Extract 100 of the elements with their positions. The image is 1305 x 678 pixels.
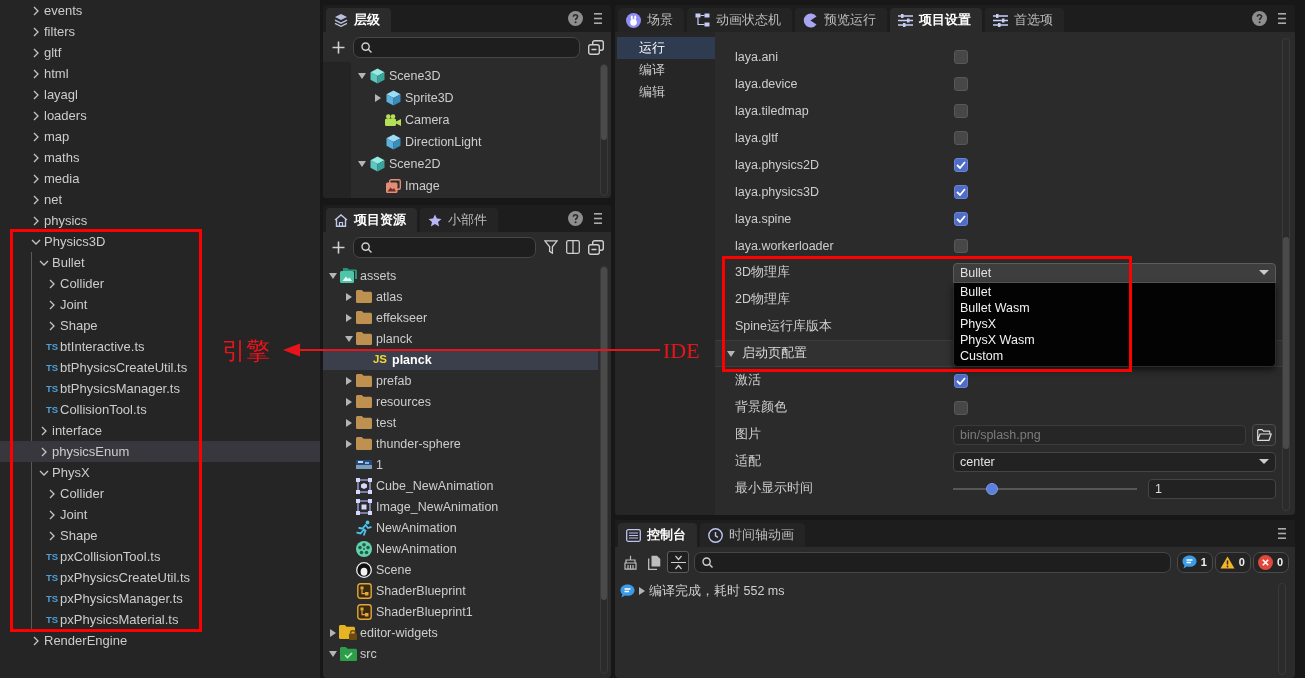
chevron-right-icon[interactable]: [41, 425, 47, 436]
tab[interactable]: 层级: [326, 8, 391, 32]
scrollbar-thumb[interactable]: [601, 267, 607, 600]
tree-item[interactable]: NewAnimation: [323, 517, 598, 538]
chevron-down-icon[interactable]: [39, 259, 49, 266]
menu-icon[interactable]: [1278, 528, 1286, 539]
tree-item[interactable]: Camera: [351, 109, 598, 131]
chevron-right-icon[interactable]: [33, 26, 39, 37]
tree-item[interactable]: 1: [323, 454, 598, 475]
tree-item[interactable]: TS pxPhysicsCreateUtil.ts: [0, 567, 197, 588]
scrollbar-thumb[interactable]: [1283, 236, 1289, 449]
tree-item[interactable]: loaders: [0, 105, 93, 126]
sidebar-item[interactable]: 编译: [617, 59, 715, 81]
tree-item[interactable]: filters: [0, 21, 82, 42]
caret-right-icon[interactable]: [346, 376, 352, 385]
tree-item[interactable]: Image: [351, 175, 598, 197]
chevron-right-icon[interactable]: [33, 194, 39, 205]
dropdown[interactable]: Bullet: [953, 262, 1276, 283]
tree-item[interactable]: TS pxCollisionTool.ts: [0, 546, 167, 567]
tree-item[interactable]: Shape: [0, 525, 104, 546]
dropdown-option[interactable]: PhysX Wasm: [954, 331, 1041, 348]
help-icon[interactable]: [568, 211, 583, 226]
caret-down-icon[interactable]: [727, 350, 735, 357]
tree-item[interactable]: NewAnimation: [323, 538, 598, 559]
checkbox[interactable]: [954, 400, 968, 415]
caret-right-icon[interactable]: [346, 292, 352, 301]
tab[interactable]: 小部件: [420, 208, 498, 232]
caret-down-icon[interactable]: [358, 161, 366, 167]
slider-thumb[interactable]: [985, 482, 998, 495]
tree-item[interactable]: Physics3D: [0, 231, 112, 252]
tree-item[interactable]: Collider: [0, 273, 111, 294]
dropdown-option[interactable]: Bullet: [954, 283, 998, 300]
tab[interactable]: 预览运行: [795, 8, 887, 32]
path-field[interactable]: bin/splash.png: [953, 424, 1246, 445]
chevron-right-icon[interactable]: [33, 110, 39, 121]
collapse-button[interactable]: [667, 551, 689, 573]
dropdown[interactable]: center: [953, 451, 1276, 472]
caret-right-icon[interactable]: [346, 439, 352, 448]
tree-item[interactable]: maths: [0, 147, 86, 168]
dropdown-option[interactable]: PhysX: [954, 315, 1003, 332]
caret-down-icon[interactable]: [345, 335, 353, 342]
chevron-right-icon[interactable]: [33, 47, 39, 58]
checkbox[interactable]: [954, 49, 968, 64]
warning-filter[interactable]: 0: [1214, 551, 1251, 573]
menu-icon[interactable]: [594, 13, 602, 24]
dropdown-option[interactable]: Bullet Wasm: [954, 299, 1036, 316]
help-icon[interactable]: [568, 11, 583, 26]
chevron-right-icon[interactable]: [33, 89, 39, 100]
tree-item[interactable]: map: [0, 126, 76, 147]
chevron-right-icon[interactable]: [33, 152, 39, 163]
chevron-right-icon[interactable]: [49, 320, 55, 331]
error-filter[interactable]: 0: [1252, 551, 1289, 573]
tree-item[interactable]: test: [323, 412, 598, 433]
tree-item[interactable]: Bullet: [0, 252, 91, 273]
tree-item[interactable]: Scene3D: [351, 65, 598, 87]
number-field[interactable]: 1: [1148, 478, 1276, 499]
tree-item[interactable]: physicsEnum: [0, 441, 320, 462]
caret-down-icon[interactable]: [358, 73, 366, 79]
tree-item[interactable]: planck: [323, 328, 598, 349]
collapse-all-icon[interactable]: [588, 39, 604, 55]
search-field[interactable]: [353, 236, 536, 258]
tree-item[interactable]: Sprite3D: [351, 87, 598, 109]
sidebar-item[interactable]: 编辑: [617, 81, 715, 103]
tree-item[interactable]: Scene2D: [351, 153, 598, 175]
tab[interactable]: 控制台: [618, 523, 697, 547]
tree-item[interactable]: TS btInteractive.ts: [0, 336, 151, 357]
caret-down-icon[interactable]: [329, 650, 337, 657]
chevron-right-icon[interactable]: [33, 635, 39, 646]
tab[interactable]: 项目资源: [326, 208, 417, 232]
tab[interactable]: 首选项: [985, 8, 1064, 32]
tree-item[interactable]: net: [0, 189, 69, 210]
caret-right-icon[interactable]: [639, 587, 645, 595]
tree-item[interactable]: Cube_NewAnimation: [323, 475, 598, 496]
tree-item[interactable]: Joint: [0, 294, 94, 315]
tree-item[interactable]: ShaderBlueprint1: [323, 601, 598, 622]
tree-item[interactable]: effekseer: [323, 307, 598, 328]
chevron-right-icon[interactable]: [49, 299, 55, 310]
tree-item[interactable]: resources: [323, 391, 598, 412]
tree-item[interactable]: DirectionLight: [351, 131, 598, 153]
scrollbar-thumb[interactable]: [601, 65, 607, 141]
menu-icon[interactable]: [594, 213, 602, 224]
tree-item[interactable]: prefab: [323, 370, 598, 391]
add-icon[interactable]: [332, 40, 345, 54]
tab[interactable]: 时间轴动画: [700, 523, 805, 547]
info-filter[interactable]: 1: [1176, 551, 1213, 573]
tree-item[interactable]: Collider: [0, 483, 111, 504]
tree-item[interactable]: src: [323, 643, 598, 664]
tree-item[interactable]: TS pxPhysicsManager.ts: [0, 588, 189, 609]
checkbox[interactable]: [954, 157, 968, 172]
checkbox[interactable]: [954, 130, 968, 145]
caret-right-icon[interactable]: [330, 628, 336, 637]
chevron-right-icon[interactable]: [33, 173, 39, 184]
tree-item[interactable]: gltf: [0, 42, 68, 63]
chevron-right-icon[interactable]: [49, 530, 55, 541]
tree-item[interactable]: editor-widgets: [323, 622, 598, 643]
checkbox[interactable]: [954, 103, 968, 118]
caret-right-icon[interactable]: [375, 94, 381, 102]
columns-icon[interactable]: [566, 240, 580, 254]
tree-item[interactable]: physics: [0, 210, 94, 231]
search-field[interactable]: [694, 551, 1171, 573]
